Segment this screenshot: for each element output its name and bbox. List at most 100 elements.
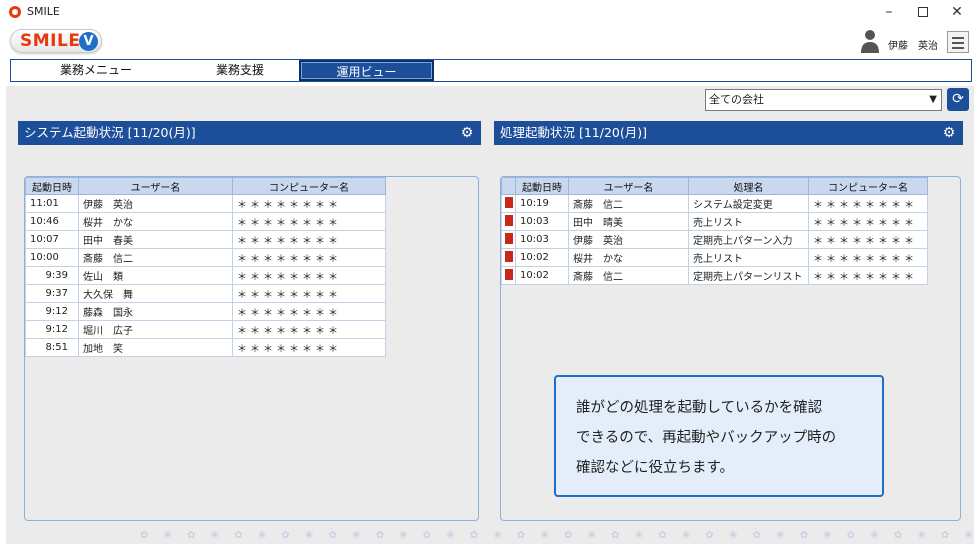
- refresh-button[interactable]: ⟳: [947, 88, 969, 111]
- computer-name-cell: ＊＊＊＊＊＊＊＊: [232, 266, 386, 285]
- maximize-button[interactable]: [906, 2, 940, 22]
- refresh-icon: ⟳: [952, 91, 964, 107]
- window-title: SMILE: [27, 5, 60, 18]
- tab-business-support[interactable]: 業務支援: [181, 60, 299, 81]
- user-name-cell: 佐山 類: [78, 266, 233, 285]
- table-row[interactable]: 10:07 田中 春美 ＊＊＊＊＊＊＊＊: [25, 230, 386, 249]
- user-name-cell: 伊藤 英治: [568, 230, 689, 249]
- computer-name-cell: ＊＊＊＊＊＊＊＊: [232, 302, 386, 321]
- computer-name-cell: ＊＊＊＊＊＊＊＊: [232, 230, 386, 249]
- column-header[interactable]: コンピューター名: [808, 177, 928, 195]
- table-header-row: 起動日時 ユーザー名 コンピューター名: [25, 177, 386, 195]
- startup-time: 10:19: [515, 194, 569, 213]
- company-select-value: 全ての会社: [709, 93, 764, 106]
- callout-line: 誰がどの処理を起動しているかを確認: [576, 400, 823, 416]
- process-startup-table: 起動日時 ユーザー名 処理名 コンピューター名 10:19 斎藤 信二 システム設定…: [501, 177, 928, 285]
- user-name-cell: 斎藤 信二: [568, 194, 689, 213]
- smile-logo: SMILE V: [10, 29, 102, 53]
- column-header[interactable]: ユーザー名: [78, 177, 233, 195]
- table-row[interactable]: 10:19 斎藤 信二 システム設定変更 ＊＊＊＊＊＊＊＊: [501, 194, 928, 213]
- column-header[interactable]: 起動日時: [25, 177, 79, 195]
- user-name-cell: 桜井 かな: [568, 248, 689, 267]
- chevron-down-icon: ▼: [929, 94, 937, 105]
- computer-name-cell: ＊＊＊＊＊＊＊＊: [808, 212, 928, 231]
- computer-name-cell: ＊＊＊＊＊＊＊＊: [232, 194, 386, 213]
- startup-time: 9:12: [25, 320, 79, 339]
- table-row[interactable]: 10:46 桜井 かな ＊＊＊＊＊＊＊＊: [25, 212, 386, 231]
- system-startup-table-container: 起動日時 ユーザー名 コンピューター名 11:01 伊藤 英治 ＊＊＊＊＊＊＊＊ 10…: [24, 176, 479, 521]
- startup-time: 11:01: [25, 194, 79, 213]
- hamburger-menu-button[interactable]: [947, 31, 969, 53]
- process-flag-icon: [504, 214, 513, 226]
- computer-name-cell: ＊＊＊＊＊＊＊＊: [808, 248, 928, 267]
- startup-time: 10:02: [515, 248, 569, 267]
- startup-time: 9:37: [25, 284, 79, 303]
- system-startup-panel: システム起動状況 [11/20(月)] ⚙ 起動日時 ユーザー名 コンピューター…: [18, 121, 481, 529]
- tab-operation-view[interactable]: 運用ビュー: [299, 60, 434, 81]
- decorative-pattern: ✿ ❀ ✿ ❀ ✿ ❀ ✿ ❀ ✿ ❀ ✿ ❀ ✿ ❀ ✿ ❀ ✿ ❀ ✿ ❀ …: [140, 530, 974, 541]
- column-header[interactable]: 起動日時: [515, 177, 569, 195]
- table-row[interactable]: 10:02 斎藤 信二 定期売上パターンリスト ＊＊＊＊＊＊＊＊: [501, 266, 928, 285]
- table-row[interactable]: 10:00 斎藤 信二 ＊＊＊＊＊＊＊＊: [25, 248, 386, 267]
- computer-name-cell: ＊＊＊＊＊＊＊＊: [808, 194, 928, 213]
- company-select[interactable]: 全ての会社 ▼: [705, 89, 942, 111]
- table-row[interactable]: 9:37 大久保 舞＊＊＊＊＊＊＊＊: [25, 284, 386, 303]
- gear-icon[interactable]: ⚙: [941, 125, 957, 141]
- user-name-cell: 伊藤 英治: [78, 194, 233, 213]
- startup-time: 10:00: [25, 248, 79, 267]
- close-button[interactable]: ✕: [940, 2, 974, 22]
- user-name-cell: 大久保 舞: [78, 284, 233, 303]
- system-startup-table: 起動日時 ユーザー名 コンピューター名 11:01 伊藤 英治 ＊＊＊＊＊＊＊＊ 10…: [25, 177, 386, 357]
- computer-name-cell: ＊＊＊＊＊＊＊＊: [232, 212, 386, 231]
- user-name-cell: 田中 晴美: [568, 212, 689, 231]
- process-startup-title: 処理起動状況 [11/20(月)]: [500, 125, 648, 140]
- minimize-button[interactable]: –: [872, 2, 906, 22]
- panel-title: システム起動状況 [11/20(月)] ⚙: [18, 121, 481, 145]
- table-row[interactable]: 9:12 堀川 広子 ＊＊＊＊＊＊＊＊: [25, 320, 386, 339]
- user-name-cell: 斎藤 信二: [568, 266, 689, 285]
- user-name-cell: 田中 春美: [78, 230, 233, 249]
- column-header[interactable]: ユーザー名: [568, 177, 689, 195]
- process-name-cell: 売上リスト: [688, 248, 809, 267]
- computer-name-cell: ＊＊＊＊＊＊＊＊: [232, 248, 386, 267]
- table-row[interactable]: 10:03 田中 晴美 売上リスト ＊＊＊＊＊＊＊＊: [501, 212, 928, 231]
- table-row[interactable]: 10:02 桜井 かな 売上リスト ＊＊＊＊＊＊＊＊: [501, 248, 928, 267]
- tab-business-menu[interactable]: 業務メニュー: [11, 60, 181, 81]
- computer-name-cell: ＊＊＊＊＊＊＊＊: [808, 230, 928, 249]
- table-row[interactable]: 9:39 佐山 類＊＊＊＊＊＊＊＊: [25, 266, 386, 285]
- flag-cell: [501, 230, 516, 249]
- process-name-cell: 定期売上パターン入力: [688, 230, 809, 249]
- table-header-row: 起動日時 ユーザー名 処理名 コンピューター名: [501, 177, 928, 195]
- user-name-cell: 堀川 広子: [78, 320, 233, 339]
- app-icon: [9, 6, 21, 18]
- process-name-cell: システム設定変更: [688, 194, 809, 213]
- user-name-cell: 斎藤 信二: [78, 248, 233, 267]
- table-row[interactable]: 9:12 藤森 国永 ＊＊＊＊＊＊＊＊: [25, 302, 386, 321]
- gear-icon[interactable]: ⚙: [459, 125, 475, 141]
- startup-time: 9:39: [25, 266, 79, 285]
- panel-title: 処理起動状況 [11/20(月)] ⚙: [494, 121, 963, 145]
- info-callout: 誰がどの処理を起動しているかを確認 できるので、再起動やバックアップ時の 確認な…: [554, 375, 884, 497]
- main-tabs: 業務メニュー 業務支援 運用ビュー: [10, 59, 972, 82]
- table-row[interactable]: 8:51 加地 笑＊＊＊＊＊＊＊＊: [25, 338, 386, 357]
- process-name-cell: 定期売上パターンリスト: [688, 266, 809, 285]
- column-header[interactable]: 処理名: [688, 177, 809, 195]
- table-row[interactable]: 10:03 伊藤 英治 定期売上パターン入力 ＊＊＊＊＊＊＊＊: [501, 230, 928, 249]
- startup-time: 10:02: [515, 266, 569, 285]
- logo-text: SMILE: [20, 31, 81, 51]
- process-flag-icon: [504, 232, 513, 244]
- startup-time: 10:46: [25, 212, 79, 231]
- user-avatar-icon[interactable]: [860, 29, 880, 53]
- startup-time: 10:03: [515, 212, 569, 231]
- startup-time: 9:12: [25, 302, 79, 321]
- process-flag-icon: [504, 250, 513, 262]
- startup-time: 8:51: [25, 338, 79, 357]
- table-row[interactable]: 11:01 伊藤 英治 ＊＊＊＊＊＊＊＊: [25, 194, 386, 213]
- user-name: 伊藤 英治: [888, 41, 938, 52]
- column-header[interactable]: コンピューター名: [232, 177, 386, 195]
- computer-name-cell: ＊＊＊＊＊＊＊＊: [232, 284, 386, 303]
- maximize-icon: [918, 7, 928, 17]
- startup-time: 10:07: [25, 230, 79, 249]
- title-bar: SMILE – ✕: [0, 0, 980, 24]
- computer-name-cell: ＊＊＊＊＊＊＊＊: [232, 338, 386, 357]
